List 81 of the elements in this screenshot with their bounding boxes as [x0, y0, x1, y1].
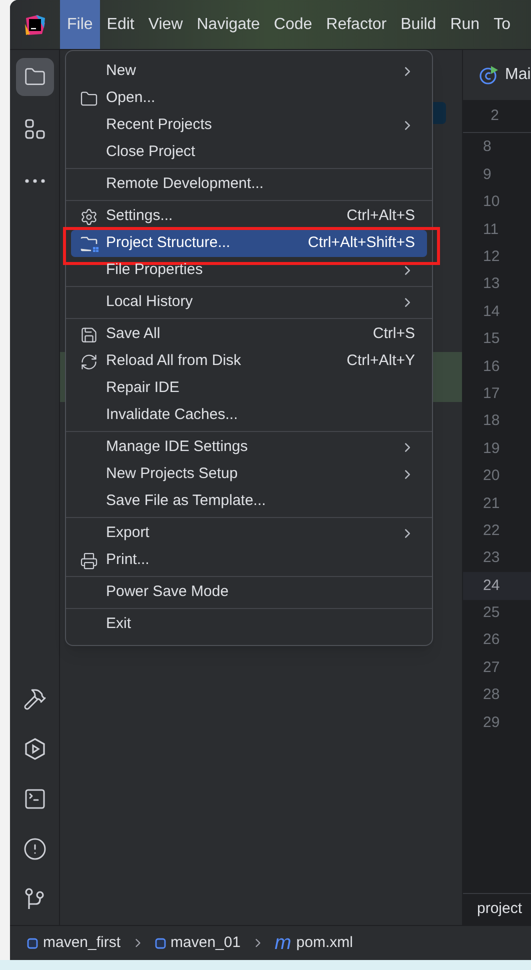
menu-item[interactable]: Code: [266, 0, 320, 49]
editor-tab[interactable]: Mai: [463, 50, 531, 100]
line-number: 19: [482, 438, 501, 459]
menu-option[interactable]: Repair IDE: [71, 375, 427, 402]
breadcrumb-item[interactable]: pom.xml: [296, 932, 353, 954]
menu-item[interactable]: File: [60, 0, 100, 49]
menu-option[interactable]: Print...: [71, 547, 427, 574]
app-logo-icon: [24, 14, 46, 36]
folder-icon: [24, 66, 46, 88]
more-icon: [24, 179, 44, 183]
hammer-icon[interactable]: [22, 687, 46, 711]
line-number: 22: [482, 520, 501, 541]
line-number: 2: [463, 100, 531, 133]
line-number: 12: [482, 247, 501, 267]
line-number: 24: [463, 572, 531, 600]
line-number: 28: [482, 685, 501, 706]
breadcrumb-item[interactable]: maven_first: [43, 932, 121, 954]
line-number: 13: [482, 274, 501, 294]
run-icon: [22, 737, 46, 761]
shortcut-label: Ctrl+Alt+Shift+S: [308, 233, 415, 254]
menu-item[interactable]: To: [486, 0, 518, 49]
problems-icon[interactable]: [22, 837, 46, 861]
menu-option[interactable]: Close Project: [71, 139, 427, 166]
line-number: 16: [482, 356, 501, 377]
menu-item[interactable]: Edit: [100, 0, 142, 49]
line-number: 25: [482, 603, 501, 624]
maven-icon: m: [274, 933, 292, 953]
module-icon: [154, 938, 166, 948]
line-number: 11: [482, 220, 500, 240]
menu-option[interactable]: Settings... Ctrl+Alt+S: [71, 203, 427, 230]
line-number: 20: [482, 466, 501, 486]
settings-icon: [80, 208, 98, 226]
class-icon: [479, 65, 499, 85]
printer-icon: [80, 552, 98, 570]
line-number: 29: [482, 712, 501, 733]
breadcrumb-item[interactable]: maven_01: [170, 932, 241, 954]
menu-option[interactable]: Exit: [71, 611, 427, 638]
line-number: 15: [482, 329, 501, 350]
menu-option[interactable]: New Projects Setup: [71, 461, 427, 488]
line-number: 8: [482, 137, 492, 158]
tool-button[interactable]: [16, 58, 54, 96]
line-number: 23: [482, 548, 501, 568]
menu-option[interactable]: Recent Projects: [71, 112, 427, 139]
menu-option[interactable]: Project Structure... Ctrl+Alt+Shift+S: [71, 230, 427, 257]
reload-icon: [80, 352, 98, 370]
menu-option[interactable]: Remote Development...: [71, 171, 427, 198]
editor-breadcrumb: project: [463, 893, 531, 925]
terminal-icon[interactable]: [22, 787, 46, 811]
folder-icon: [80, 90, 98, 108]
menu-item[interactable]: View: [141, 0, 190, 49]
menu-option[interactable]: Export: [71, 520, 427, 547]
menu-option[interactable]: Power Save Mode: [71, 579, 427, 606]
menu-option[interactable]: Local History: [71, 289, 427, 316]
menu-option[interactable]: New: [71, 58, 427, 85]
menu-option[interactable]: Save File as Template...: [71, 488, 427, 515]
shortcut-label: Ctrl+Alt+Y: [346, 351, 415, 372]
line-number: 10: [482, 192, 501, 212]
menu-option[interactable]: File Properties: [71, 257, 427, 284]
line-number: 21: [482, 494, 501, 514]
menu-option[interactable]: Reload All from Disk Ctrl+Alt+Y: [71, 348, 427, 375]
menu-item[interactable]: Navigate: [190, 0, 267, 49]
shortcut-label: Ctrl+S: [372, 324, 415, 344]
line-number: 9: [482, 164, 492, 185]
structure-icon: [24, 118, 46, 140]
git-branch-icon: [24, 887, 46, 911]
menu-item[interactable]: Refactor: [319, 0, 394, 49]
menu-option[interactable]: Manage IDE Settings: [71, 434, 427, 461]
module-icon: [27, 938, 38, 948]
line-number: 14: [482, 302, 501, 322]
line-number: 27: [482, 658, 501, 678]
folder-icon: [80, 236, 99, 252]
line-number: 17: [482, 384, 501, 404]
menu-option[interactable]: Save All Ctrl+S: [71, 321, 427, 348]
save-icon: [80, 326, 98, 344]
menu-item[interactable]: Run: [443, 0, 487, 49]
line-number: 26: [482, 630, 501, 650]
shortcut-label: Ctrl+Alt+S: [346, 206, 415, 226]
menu-option[interactable]: Open...: [71, 85, 427, 112]
line-number: 18: [482, 411, 501, 432]
menu-option[interactable]: Invalidate Caches...: [71, 402, 427, 429]
menu-item[interactable]: Build: [394, 0, 444, 49]
